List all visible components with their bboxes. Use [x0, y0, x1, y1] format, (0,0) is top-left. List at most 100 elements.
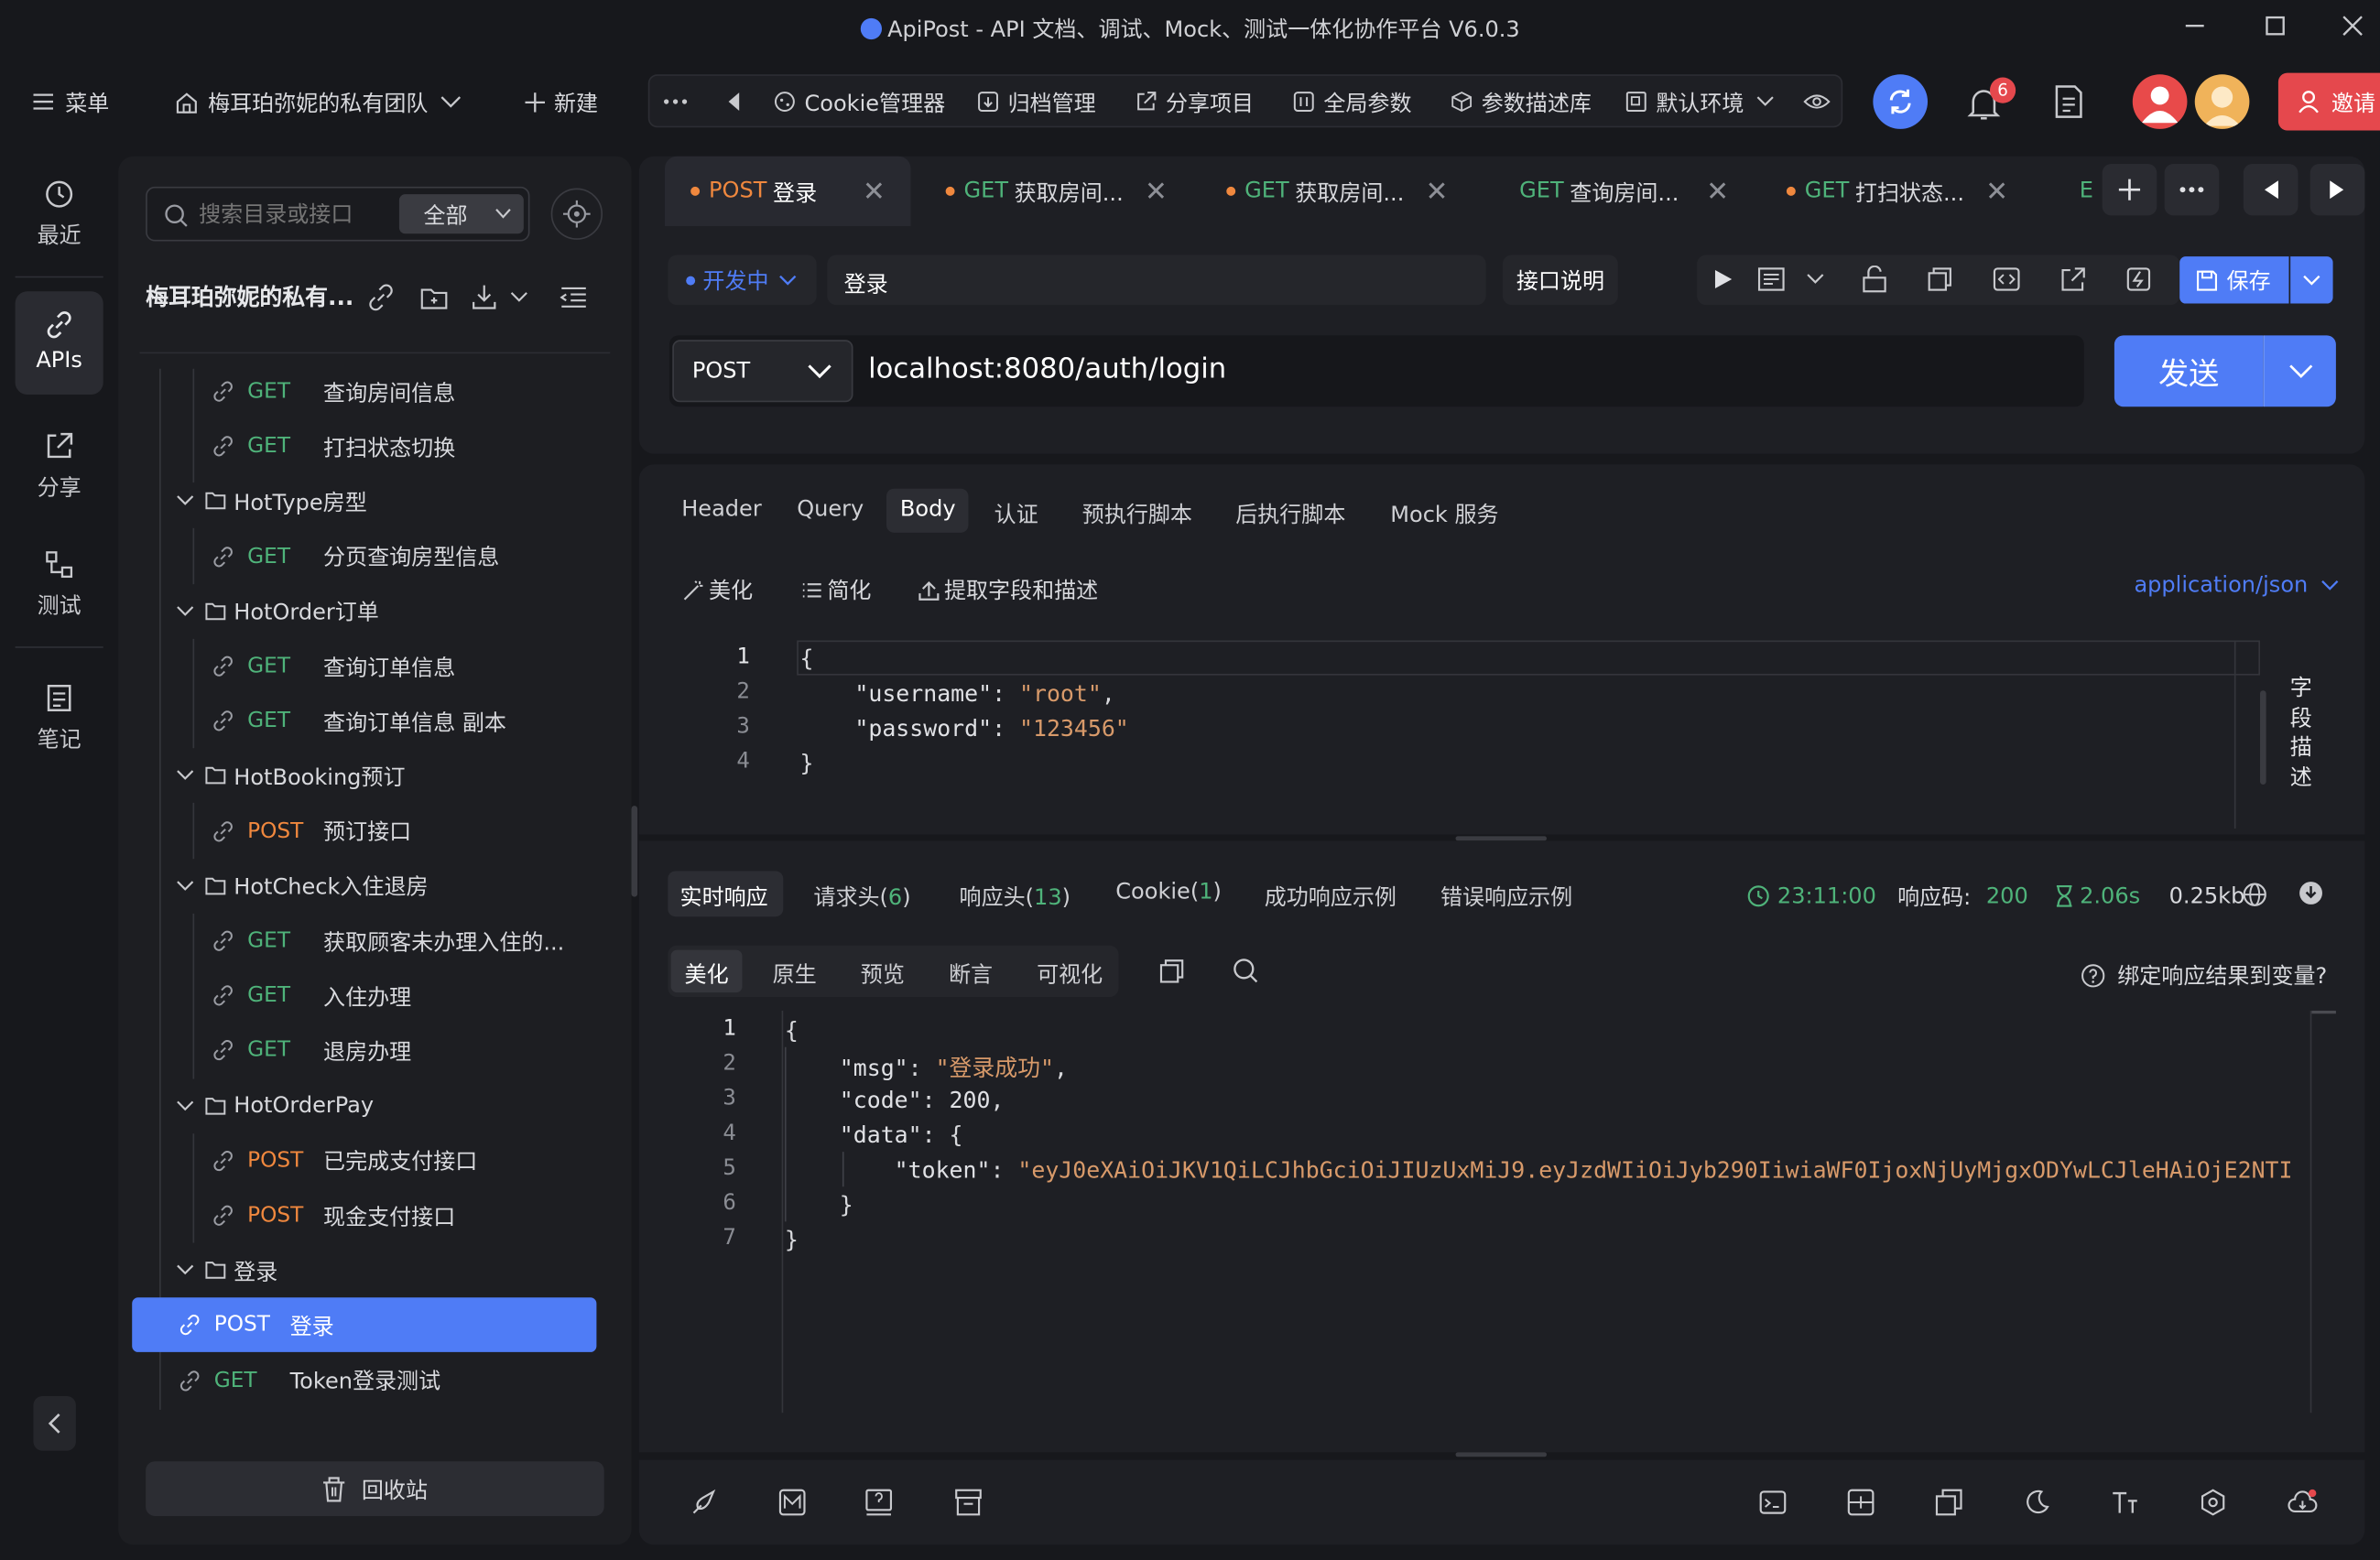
minimize-icon[interactable] — [2175, 9, 2214, 42]
rail-apis[interactable]: APIs — [15, 291, 103, 395]
save-menu-button[interactable] — [2290, 256, 2333, 304]
recycle-bin-button[interactable]: 回收站 — [146, 1461, 604, 1516]
view-mode-visualize[interactable]: 可视化 — [1037, 958, 1103, 990]
code-line[interactable]: "token": "eyJ0eXAiOiJKV1QiLCJhbGciOiJIUz… — [785, 1156, 2334, 1184]
tree-item-selected[interactable]: POST 登录 — [179, 1303, 334, 1349]
response-tab-success-example[interactable]: 成功响应示例 — [1265, 880, 1396, 912]
import-icon[interactable] — [471, 284, 498, 311]
code-line[interactable]: } — [785, 1191, 853, 1219]
more-icon[interactable] — [662, 90, 690, 114]
document-icon[interactable] — [2052, 83, 2085, 120]
collapse-all-icon[interactable] — [560, 286, 588, 310]
tree-item[interactable]: GET 查询订单信息 — [212, 644, 455, 689]
font-size-icon[interactable] — [2112, 1489, 2139, 1516]
tab-get-room-2[interactable]: GET 获取房间... ✕ — [1226, 162, 1449, 220]
tree-item[interactable]: POST 现金支付接口 — [212, 1193, 455, 1239]
markdown-icon[interactable] — [778, 1489, 806, 1516]
tab-get-room-1[interactable]: GET 获取房间... ✕ — [945, 162, 1168, 220]
add-api-icon[interactable] — [367, 284, 395, 311]
locate-button[interactable] — [550, 188, 603, 240]
archive-box-icon[interactable] — [955, 1489, 983, 1516]
help-book-icon[interactable] — [865, 1489, 893, 1516]
close-icon[interactable]: ✕ — [1985, 175, 2008, 207]
collapse-left-icon[interactable] — [725, 91, 741, 112]
new-button[interactable]: 新建 — [525, 85, 598, 118]
tree-folder[interactable]: HotOrderPay — [176, 1083, 374, 1129]
unlock-icon[interactable] — [1863, 265, 1887, 293]
new-tab-button[interactable] — [2102, 164, 2157, 216]
play-icon[interactable] — [1712, 268, 1733, 289]
doc-view-icon[interactable] — [1757, 267, 1785, 292]
tab-overflow[interactable]: E — [2080, 162, 2093, 220]
code-line[interactable]: "data": { — [785, 1121, 963, 1149]
team-selector[interactable]: 梅耳珀弥妮的私有团队 — [175, 85, 462, 118]
code-line[interactable]: "code": 200, — [785, 1087, 1005, 1114]
response-tab-response-headers[interactable]: 响应头(13) — [960, 880, 1070, 912]
tree-folder[interactable]: HotOrder订单 — [176, 589, 379, 634]
archive-button[interactable]: 归档管理 — [977, 85, 1096, 118]
tree-item[interactable]: GET 入住办理 — [212, 973, 411, 1019]
maximize-icon[interactable] — [2255, 9, 2295, 42]
subtab-post-script[interactable]: 后执行脚本 — [1235, 498, 1345, 530]
code-line[interactable]: "username": "root", — [800, 680, 1114, 708]
subtab-query[interactable]: Query — [797, 498, 864, 523]
response-tab-live[interactable]: 实时响应 — [680, 880, 768, 912]
subtab-mock[interactable]: Mock 服务 — [1390, 498, 1498, 530]
tree-item[interactable]: GET 分页查询房型信息 — [212, 534, 499, 580]
collapse-sidebar-button[interactable] — [33, 1395, 76, 1451]
code-line[interactable]: } — [785, 1226, 799, 1253]
search-input[interactable] — [199, 199, 382, 233]
copy-icon[interactable] — [1928, 267, 1952, 292]
send-button[interactable]: 发送 — [2114, 335, 2264, 407]
subtab-header[interactable]: Header — [681, 498, 762, 523]
field-description-toggle[interactable]: 字 段 描 述 — [2289, 676, 2314, 794]
close-icon[interactable]: ✕ — [1426, 175, 1449, 207]
code-icon[interactable] — [1993, 267, 2020, 292]
settings-icon[interactable] — [2200, 1489, 2227, 1516]
content-type-select[interactable]: application/json — [2134, 574, 2338, 598]
subtab-auth[interactable]: 认证 — [994, 498, 1038, 530]
layout-icon[interactable] — [1847, 1489, 1875, 1516]
mock-icon[interactable] — [2126, 267, 2151, 292]
method-select[interactable]: POST — [672, 340, 853, 403]
tree-item[interactable]: GET 打扫状态切换 — [212, 424, 455, 470]
notification-button[interactable]: 6 — [1964, 77, 2016, 123]
code-line[interactable]: "msg": "登录成功", — [785, 1052, 1068, 1084]
send-menu-button[interactable] — [2263, 335, 2336, 407]
splitter-handle[interactable] — [1455, 1452, 1547, 1457]
subtab-pre-script[interactable]: 预执行脚本 — [1082, 498, 1192, 530]
rail-notes[interactable]: 笔记 — [16, 665, 103, 768]
chevron-down-icon[interactable] — [1806, 273, 1824, 285]
globe-icon[interactable] — [2242, 882, 2267, 907]
rocket-icon[interactable] — [690, 1489, 718, 1516]
tab-next-button[interactable] — [2309, 164, 2365, 216]
code-line[interactable]: "password": "123456" — [800, 715, 1128, 742]
tree-item[interactable]: GET 退房办理 — [212, 1028, 411, 1074]
extract-fields-button[interactable]: 提取字段和描述 — [918, 574, 1098, 606]
copy-icon[interactable] — [1935, 1489, 1962, 1516]
invite-button[interactable]: 邀请 — [2277, 72, 2380, 131]
rail-share[interactable]: 分享 — [16, 413, 103, 516]
close-icon[interactable]: ✕ — [863, 175, 886, 207]
share-project-button[interactable]: 分享项目 — [1136, 85, 1254, 118]
filter-select[interactable]: 全部 — [398, 194, 524, 234]
response-tab-cookie[interactable]: Cookie(1) — [1115, 880, 1222, 905]
view-mode-assert[interactable]: 断言 — [949, 958, 993, 990]
close-icon[interactable]: ✕ — [1706, 175, 1729, 207]
tree-item[interactable]: GET 查询房间信息 — [212, 369, 455, 415]
tree-folder[interactable]: HotBooking预订 — [176, 753, 406, 799]
tree-item[interactable]: GET 查询订单信息 副本 — [212, 699, 506, 744]
eye-icon[interactable] — [1803, 91, 1831, 112]
response-tab-error-example[interactable]: 错误响应示例 — [1440, 880, 1572, 912]
tab-clean-status[interactable]: GET 打扫状态... ✕ — [1786, 162, 2008, 220]
status-selector[interactable]: 开发中 — [668, 255, 817, 306]
copy-icon[interactable] — [1159, 959, 1184, 984]
cookie-manager-button[interactable]: Cookie管理器 — [774, 85, 945, 118]
save-button[interactable]: 保存 — [2179, 256, 2289, 304]
sync-icon[interactable] — [1873, 74, 1929, 129]
view-mode-preview[interactable]: 预览 — [861, 958, 905, 990]
tree-folder[interactable]: 登录 — [176, 1248, 277, 1294]
tree-item[interactable]: POST 已完成支付接口 — [212, 1138, 477, 1184]
tree-folder[interactable]: HotType房型 — [176, 479, 367, 525]
close-icon[interactable]: ✕ — [1145, 175, 1168, 207]
